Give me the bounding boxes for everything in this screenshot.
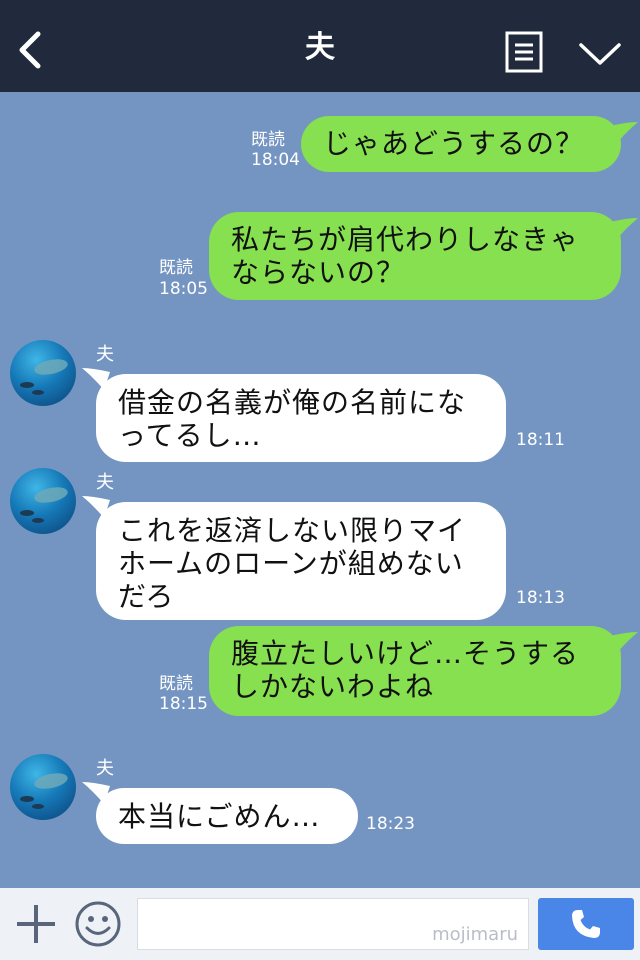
message-text: 本当にごめん… <box>118 800 321 833</box>
sender-name: 夫 <box>96 758 114 779</box>
message-bubble[interactable]: 本当にごめん… <box>96 788 358 844</box>
message-text-line: ホームのローンが組めない <box>118 547 464 580</box>
message-bubble[interactable]: これを返済しない限りマイ ホームのローンが組めない だろ <box>96 502 506 620</box>
message-time: 18:11 <box>516 430 565 450</box>
message-bubble[interactable]: 腹立たしいけど…そうする しかないわよね <box>209 626 621 716</box>
message-time: 18:23 <box>366 814 415 834</box>
sender-name: 夫 <box>96 344 114 365</box>
message-time: 18:15 <box>159 694 208 714</box>
message-text-line: 腹立たしいけど…そうする <box>231 637 580 670</box>
chat-messages[interactable]: 既読 18:04 じゃあどうするの？ 既読 18:05 私たちが肩代わりしなきゃ… <box>0 92 640 888</box>
message-incoming: 夫 これを返済しない限りマイ ホームのローンが組めない だろ 18:13 <box>0 460 640 620</box>
message-incoming: 夫 借金の名義が俺の名前にな ってるし… 18:11 <box>0 332 640 462</box>
chat-header: 夫 <box>0 0 640 92</box>
message-outgoing: 既読 18:15 腹立たしいけど…そうする しかないわよね <box>0 618 640 718</box>
message-text-line: 借金の名義が俺の名前にな <box>118 386 467 419</box>
message-input[interactable]: mojimaru <box>137 898 529 950</box>
message-bubble[interactable]: 借金の名義が俺の名前にな ってるし… <box>96 374 506 462</box>
message-text-line: 私たちが肩代わりしなきゃ <box>231 223 580 256</box>
smiley-icon[interactable] <box>74 900 122 948</box>
bubble-tail <box>610 122 638 144</box>
avatar[interactable] <box>10 340 76 406</box>
read-receipt: 既読 <box>251 130 285 150</box>
call-button[interactable] <box>538 898 634 950</box>
sender-name: 夫 <box>96 472 114 493</box>
message-text-line: これを返済しない限りマイ <box>118 514 467 547</box>
message-text: じゃあどうするの？ <box>323 127 585 160</box>
message-text-line: しかないわよね <box>231 670 435 703</box>
message-time: 18:13 <box>516 588 565 608</box>
read-receipt: 既読 <box>159 258 193 278</box>
bubble-tail <box>610 632 638 654</box>
message-text-line: だろ <box>118 580 175 613</box>
message-bubble[interactable]: じゃあどうするの？ <box>301 116 621 172</box>
message-time: 18:04 <box>251 150 300 170</box>
bubble-tail <box>610 218 638 240</box>
message-outgoing: 既読 18:04 じゃあどうするの？ <box>0 92 640 182</box>
message-outgoing: 既読 18:05 私たちが肩代わりしなきゃ ならないの？ <box>0 202 640 302</box>
menu-list-icon[interactable] <box>505 31 543 73</box>
avatar[interactable] <box>10 468 76 534</box>
avatar[interactable] <box>10 754 76 820</box>
chat-title: 夫 <box>305 30 335 65</box>
phone-icon <box>572 910 600 938</box>
message-text-line: ならないの？ <box>231 256 406 289</box>
plus-icon[interactable] <box>14 902 58 946</box>
message-time: 18:05 <box>159 279 208 299</box>
watermark-text: mojimaru <box>432 924 518 945</box>
read-receipt: 既読 <box>159 674 193 694</box>
message-bubble[interactable]: 私たちが肩代わりしなきゃ ならないの？ <box>209 212 621 300</box>
message-incoming: 夫 本当にごめん… 18:23 <box>0 746 640 856</box>
message-text-line: ってるし… <box>118 419 262 452</box>
chevron-down-icon[interactable] <box>578 40 622 68</box>
